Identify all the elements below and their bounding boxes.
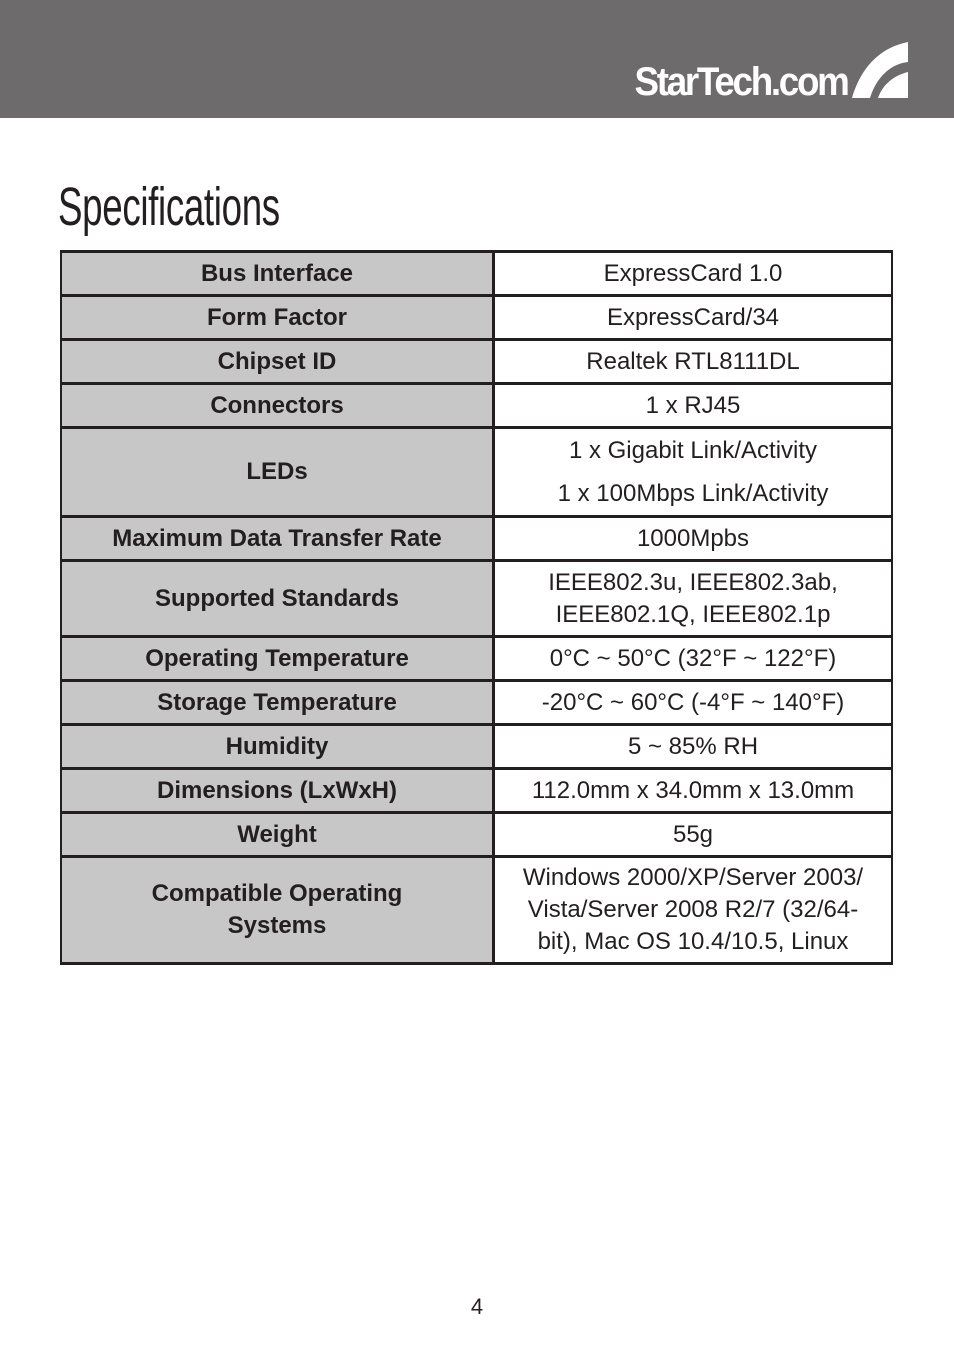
spec-value: -20°C ~ 60°C (-4°F ~ 140°F) (492, 679, 893, 726)
spec-label: Form Factor (60, 294, 495, 341)
brand-logo: StarTech.com (616, 40, 910, 102)
spec-value: 55g (492, 811, 893, 858)
spec-value: 1 x RJ45 (492, 382, 893, 429)
spec-value-line: 1000Mpbs (636, 524, 750, 552)
spec-row-chipset-id: Chipset ID Realtek RTL8111DL (60, 338, 893, 385)
spec-value: IEEE802.3u, IEEE802.3ab, IEEE802.1Q, IEE… (492, 559, 893, 638)
spec-value-line: 0°C ~ 50°C (32°F ~ 122°F) (549, 644, 837, 672)
spec-value: 112.0mm x 34.0mm x 13.0mm (492, 767, 893, 814)
spec-value-line: Vista/Server 2008 R2/7 (32/64- (527, 896, 859, 923)
spec-row-connectors: Connectors 1 x RJ45 (60, 382, 893, 429)
spec-value: Windows 2000/XP/Server 2003/ Vista/Serve… (492, 855, 893, 965)
spec-value-line: ExpressCard 1.0 (603, 259, 783, 287)
spec-value-line: 5 ~ 85% RH (627, 732, 759, 760)
page-title: Specifications (58, 177, 280, 238)
spec-label: Dimensions (LxWxH) (60, 767, 495, 814)
spec-row-operating-temperature: Operating Temperature 0°C ~ 50°C (32°F ~… (60, 635, 893, 682)
spec-value-line: 55g (672, 820, 714, 848)
spec-label: Compatible Operating Systems (60, 855, 495, 965)
spec-label-line: Compatible Operating (151, 880, 403, 907)
spec-value-line: 112.0mm x 34.0mm x 13.0mm (531, 776, 855, 804)
spec-value-line: Realtek RTL8111DL (586, 347, 800, 375)
spec-value-line: bit), Mac OS 10.4/10.5, Linux (537, 928, 849, 955)
spec-value-line: 1 x RJ45 (645, 391, 741, 419)
spec-label: Chipset ID (60, 338, 495, 385)
spec-label: Storage Temperature (60, 679, 495, 726)
header-band: StarTech.com (0, 0, 954, 118)
spec-value-line: IEEE802.1Q, IEEE802.1p (555, 600, 831, 628)
spec-label: Weight (60, 811, 495, 858)
brand-name: StarTech.com (634, 60, 850, 104)
spec-label: Supported Standards (60, 559, 495, 638)
spec-value-line: -20°C ~ 60°C (-4°F ~ 140°F) (541, 688, 845, 716)
spec-row-weight: Weight 55g (60, 811, 893, 858)
spec-row-humidity: Humidity 5 ~ 85% RH (60, 723, 893, 770)
spec-value: 1000Mpbs (492, 515, 893, 562)
spec-row-dimensions: Dimensions (LxWxH) 112.0mm x 34.0mm x 13… (60, 767, 893, 814)
spec-row-form-factor: Form Factor ExpressCard/34 (60, 294, 893, 341)
spec-label: Operating Temperature (60, 635, 495, 682)
spec-label: Bus Interface (60, 250, 495, 297)
startech-swoosh-icon (852, 42, 908, 98)
spec-value: 1 x Gigabit Link/Activity 1 x 100Mbps Li… (492, 426, 893, 518)
spec-value: 0°C ~ 50°C (32°F ~ 122°F) (492, 635, 893, 682)
spec-label: Humidity (60, 723, 495, 770)
spec-label: Maximum Data Transfer Rate (60, 515, 495, 562)
spec-row-leds: LEDs 1 x Gigabit Link/Activity 1 x 100Mb… (60, 426, 893, 518)
page-number: 4 (470, 1294, 484, 1319)
spec-value-line: 1 x 100Mbps Link/Activity (557, 480, 829, 507)
spec-value-line: Windows 2000/XP/Server 2003/ (522, 864, 864, 891)
spec-value: ExpressCard 1.0 (492, 250, 893, 297)
spec-label: Connectors (60, 382, 495, 429)
spec-row-bus-interface: Bus Interface ExpressCard 1.0 (60, 250, 893, 297)
spec-value: ExpressCard/34 (492, 294, 893, 341)
spec-row-supported-standards: Supported Standards IEEE802.3u, IEEE802.… (60, 559, 893, 638)
spec-row-compatible-os: Compatible Operating Systems Windows 200… (60, 855, 893, 965)
spec-label: LEDs (60, 426, 495, 518)
spec-label-line: Systems (227, 912, 327, 939)
spec-value-line: 1 x Gigabit Link/Activity (568, 437, 818, 464)
spec-row-max-transfer-rate: Maximum Data Transfer Rate 1000Mpbs (60, 515, 893, 562)
spec-value-line: ExpressCard/34 (606, 303, 780, 331)
spec-row-storage-temperature: Storage Temperature -20°C ~ 60°C (-4°F ~… (60, 679, 893, 726)
spec-value: 5 ~ 85% RH (492, 723, 893, 770)
spec-value-line: IEEE802.3u, IEEE802.3ab, (548, 568, 838, 596)
specifications-table: Bus Interface ExpressCard 1.0 Form Facto… (60, 250, 893, 965)
spec-value: Realtek RTL8111DL (492, 338, 893, 385)
